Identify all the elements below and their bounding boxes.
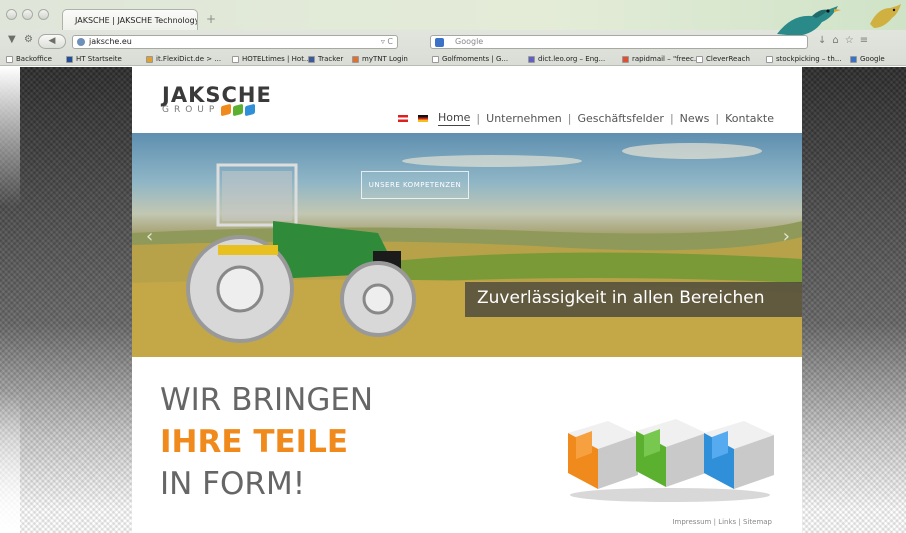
bookmark-item[interactable]: Golfmoments | G...	[432, 55, 508, 63]
bookmark-label: Tracker	[318, 55, 344, 63]
google-icon	[435, 38, 444, 47]
bookmark-label: Golfmoments | G...	[442, 55, 509, 63]
bookmark-icon	[766, 55, 773, 63]
bookmark-item[interactable]: rapidmail – "freec...	[622, 55, 701, 63]
bookmark-icon	[308, 55, 315, 63]
globe-icon	[77, 38, 85, 46]
star-icon[interactable]: ☆	[845, 35, 860, 46]
slogan: WIR BRINGEN IHRE TEILE IN FORM!	[160, 379, 373, 505]
bookmark-icon	[432, 55, 439, 63]
footer-links: Impressum | Links | Sitemap	[672, 518, 772, 526]
bookmark-icon	[352, 55, 359, 63]
bookmark-item[interactable]: HT Startseite	[66, 55, 122, 63]
bookmark-icon	[622, 55, 629, 63]
bookmark-item[interactable]: Google	[850, 55, 885, 63]
nav-home[interactable]: Home	[437, 111, 471, 126]
hero-caption: Zuverlässigkeit in allen Bereichen	[465, 282, 802, 317]
bookmark-label: Google	[860, 55, 885, 63]
bookmark-item[interactable]: CleverReach	[696, 55, 750, 63]
cubes-graphic	[568, 419, 774, 502]
bookmark-icon	[696, 55, 703, 63]
bookmark-item[interactable]: Tracker	[308, 55, 343, 63]
new-tab-button[interactable]: +	[206, 12, 216, 26]
logo-main-text: JAKSCHE	[162, 83, 272, 107]
tab-jaksche[interactable]: JAKSCHE | JAKSCHE Technology	[62, 9, 198, 30]
nav-news[interactable]: News	[680, 112, 710, 125]
nav-geschaeftsfelder[interactable]: Geschäftsfelder	[577, 112, 663, 125]
slogan-line-2: IHRE TEILE	[160, 424, 349, 460]
bookmarks-bar: Backoffice HT Startseite it.FlexiDict.de >…	[0, 52, 906, 66]
bookmark-item[interactable]: stockpicking – th...	[766, 55, 842, 63]
search-placeholder: Google	[455, 37, 484, 46]
address-bar[interactable]: jaksche.eu ▿ C	[72, 35, 398, 49]
bookmark-icon	[146, 55, 153, 63]
toolbar-icons: ↓⌂☆≡	[818, 35, 874, 46]
bookmark-icon	[6, 55, 13, 63]
footer-sitemap[interactable]: Sitemap	[743, 518, 772, 526]
tab-strip: JAKSCHE | JAKSCHE Technology +	[0, 0, 906, 36]
search-bar[interactable]: Google	[430, 35, 808, 49]
tools-icon[interactable]: ⚙	[24, 34, 33, 45]
home-icon[interactable]: ⌂	[832, 35, 844, 46]
flag-germany-icon[interactable]	[417, 115, 428, 122]
bookmark-label: Backoffice	[16, 55, 52, 63]
bookmark-icon	[232, 55, 239, 63]
zoom-window-button[interactable]	[38, 9, 49, 20]
footer-impressum[interactable]: Impressum	[672, 518, 711, 526]
main-navigation: Home | Unternehmen | Geschäftsfelder | N…	[397, 111, 774, 126]
bookmark-item[interactable]: HOTELtimes | Hot...	[232, 55, 311, 63]
slider-next-icon[interactable]: ›	[783, 226, 790, 247]
bookmark-label: rapidmail – "freec...	[632, 55, 701, 63]
slider-prev-icon[interactable]: ‹	[146, 226, 153, 247]
page-edge-fade	[0, 67, 20, 533]
bookmark-label: HOTELtimes | Hot...	[242, 55, 311, 63]
bookmark-label: CleverReach	[706, 55, 750, 63]
bookmark-item[interactable]: Backoffice	[6, 55, 52, 63]
url-text: jaksche.eu	[89, 37, 132, 46]
close-window-button[interactable]	[6, 9, 17, 20]
flag-austria-icon[interactable]	[397, 115, 408, 122]
minimize-window-button[interactable]	[22, 9, 33, 20]
site-content: JAKSCHE GROUP Home | Unternehmen | Gesch…	[132, 67, 802, 533]
back-button[interactable]: ◀	[38, 34, 66, 49]
bookmark-item[interactable]: myTNT Login	[352, 55, 408, 63]
logo-cubes-icon	[221, 103, 256, 117]
bookmark-icon	[850, 55, 857, 63]
nav-unternehmen[interactable]: Unternehmen	[486, 112, 562, 125]
bookmark-item[interactable]: dict.leo.org – Eng...	[528, 55, 605, 63]
jaksche-logo[interactable]: JAKSCHE GROUP	[162, 83, 272, 117]
hero-slider: ‹ › UNSERE KOMPETENZEN Zuverlässigkeit i…	[132, 133, 802, 357]
bookmark-label: myTNT Login	[362, 55, 408, 63]
slogan-line-3: IN FORM!	[160, 466, 306, 502]
reload-icon[interactable]: ▿ C	[381, 37, 393, 46]
bookmark-label: it.FlexiDict.de > ...	[156, 55, 222, 63]
nav-kontakte[interactable]: Kontakte	[725, 112, 774, 125]
footer-links-link[interactable]: Links	[718, 518, 736, 526]
bookmark-label: stockpicking – th...	[776, 55, 842, 63]
bookmark-label: HT Startseite	[76, 55, 122, 63]
bird-theme-decoration-2	[870, 4, 901, 28]
bookmark-label: dict.leo.org – Eng...	[538, 55, 606, 63]
download-icon[interactable]: ↓	[818, 35, 832, 46]
bookmark-icon	[528, 55, 535, 63]
slogan-line-1: WIR BRINGEN	[160, 382, 374, 418]
bookmark-icon	[66, 55, 73, 63]
bookmark-item[interactable]: it.FlexiDict.de > ...	[146, 55, 221, 63]
menu-icon[interactable]: ≡	[860, 35, 874, 46]
kompetenzen-button[interactable]: UNSERE KOMPETENZEN	[361, 171, 469, 199]
reader-icon[interactable]: ▼	[8, 34, 16, 45]
logo-sub-text: GROUP	[162, 103, 272, 117]
